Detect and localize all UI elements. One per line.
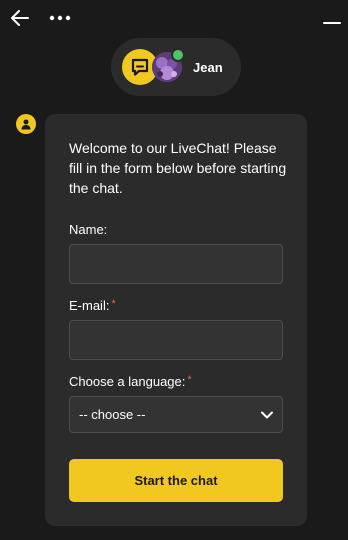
- agent-name: Jean: [193, 60, 223, 75]
- chat-bubble-icon: [131, 58, 149, 76]
- email-input[interactable]: [69, 320, 283, 360]
- user-icon: [21, 119, 31, 130]
- prechat-form: Welcome to our LiveChat! Please fill in …: [45, 114, 307, 526]
- name-label: Name:: [69, 222, 107, 237]
- language-label: Choose a language: *: [69, 374, 192, 389]
- arrow-left-icon: [11, 10, 29, 26]
- language-label-text: Choose a language:: [69, 374, 186, 389]
- language-select[interactable]: -- choose --: [69, 396, 283, 433]
- bot-avatar: [16, 114, 36, 134]
- start-chat-button[interactable]: Start the chat: [69, 459, 283, 502]
- more-options-button[interactable]: [46, 6, 74, 30]
- minimize-icon: [323, 22, 341, 24]
- chevron-down-icon: [261, 411, 273, 419]
- required-mark: *: [111, 298, 116, 310]
- email-label: E-mail: *: [69, 298, 116, 313]
- agent-header: Jean: [111, 38, 241, 96]
- back-button[interactable]: [8, 6, 32, 30]
- email-label-text: E-mail:: [69, 298, 110, 313]
- required-mark: *: [187, 374, 192, 386]
- name-input[interactable]: [69, 244, 283, 284]
- name-label-text: Name:: [69, 222, 108, 237]
- minimize-button[interactable]: [322, 10, 342, 26]
- online-status-dot: [171, 48, 185, 62]
- more-horizontal-icon: [49, 15, 71, 21]
- language-select-value: -- choose --: [79, 407, 146, 422]
- top-bar: [0, 0, 348, 36]
- welcome-message: Welcome to our LiveChat! Please fill in …: [69, 140, 287, 196]
